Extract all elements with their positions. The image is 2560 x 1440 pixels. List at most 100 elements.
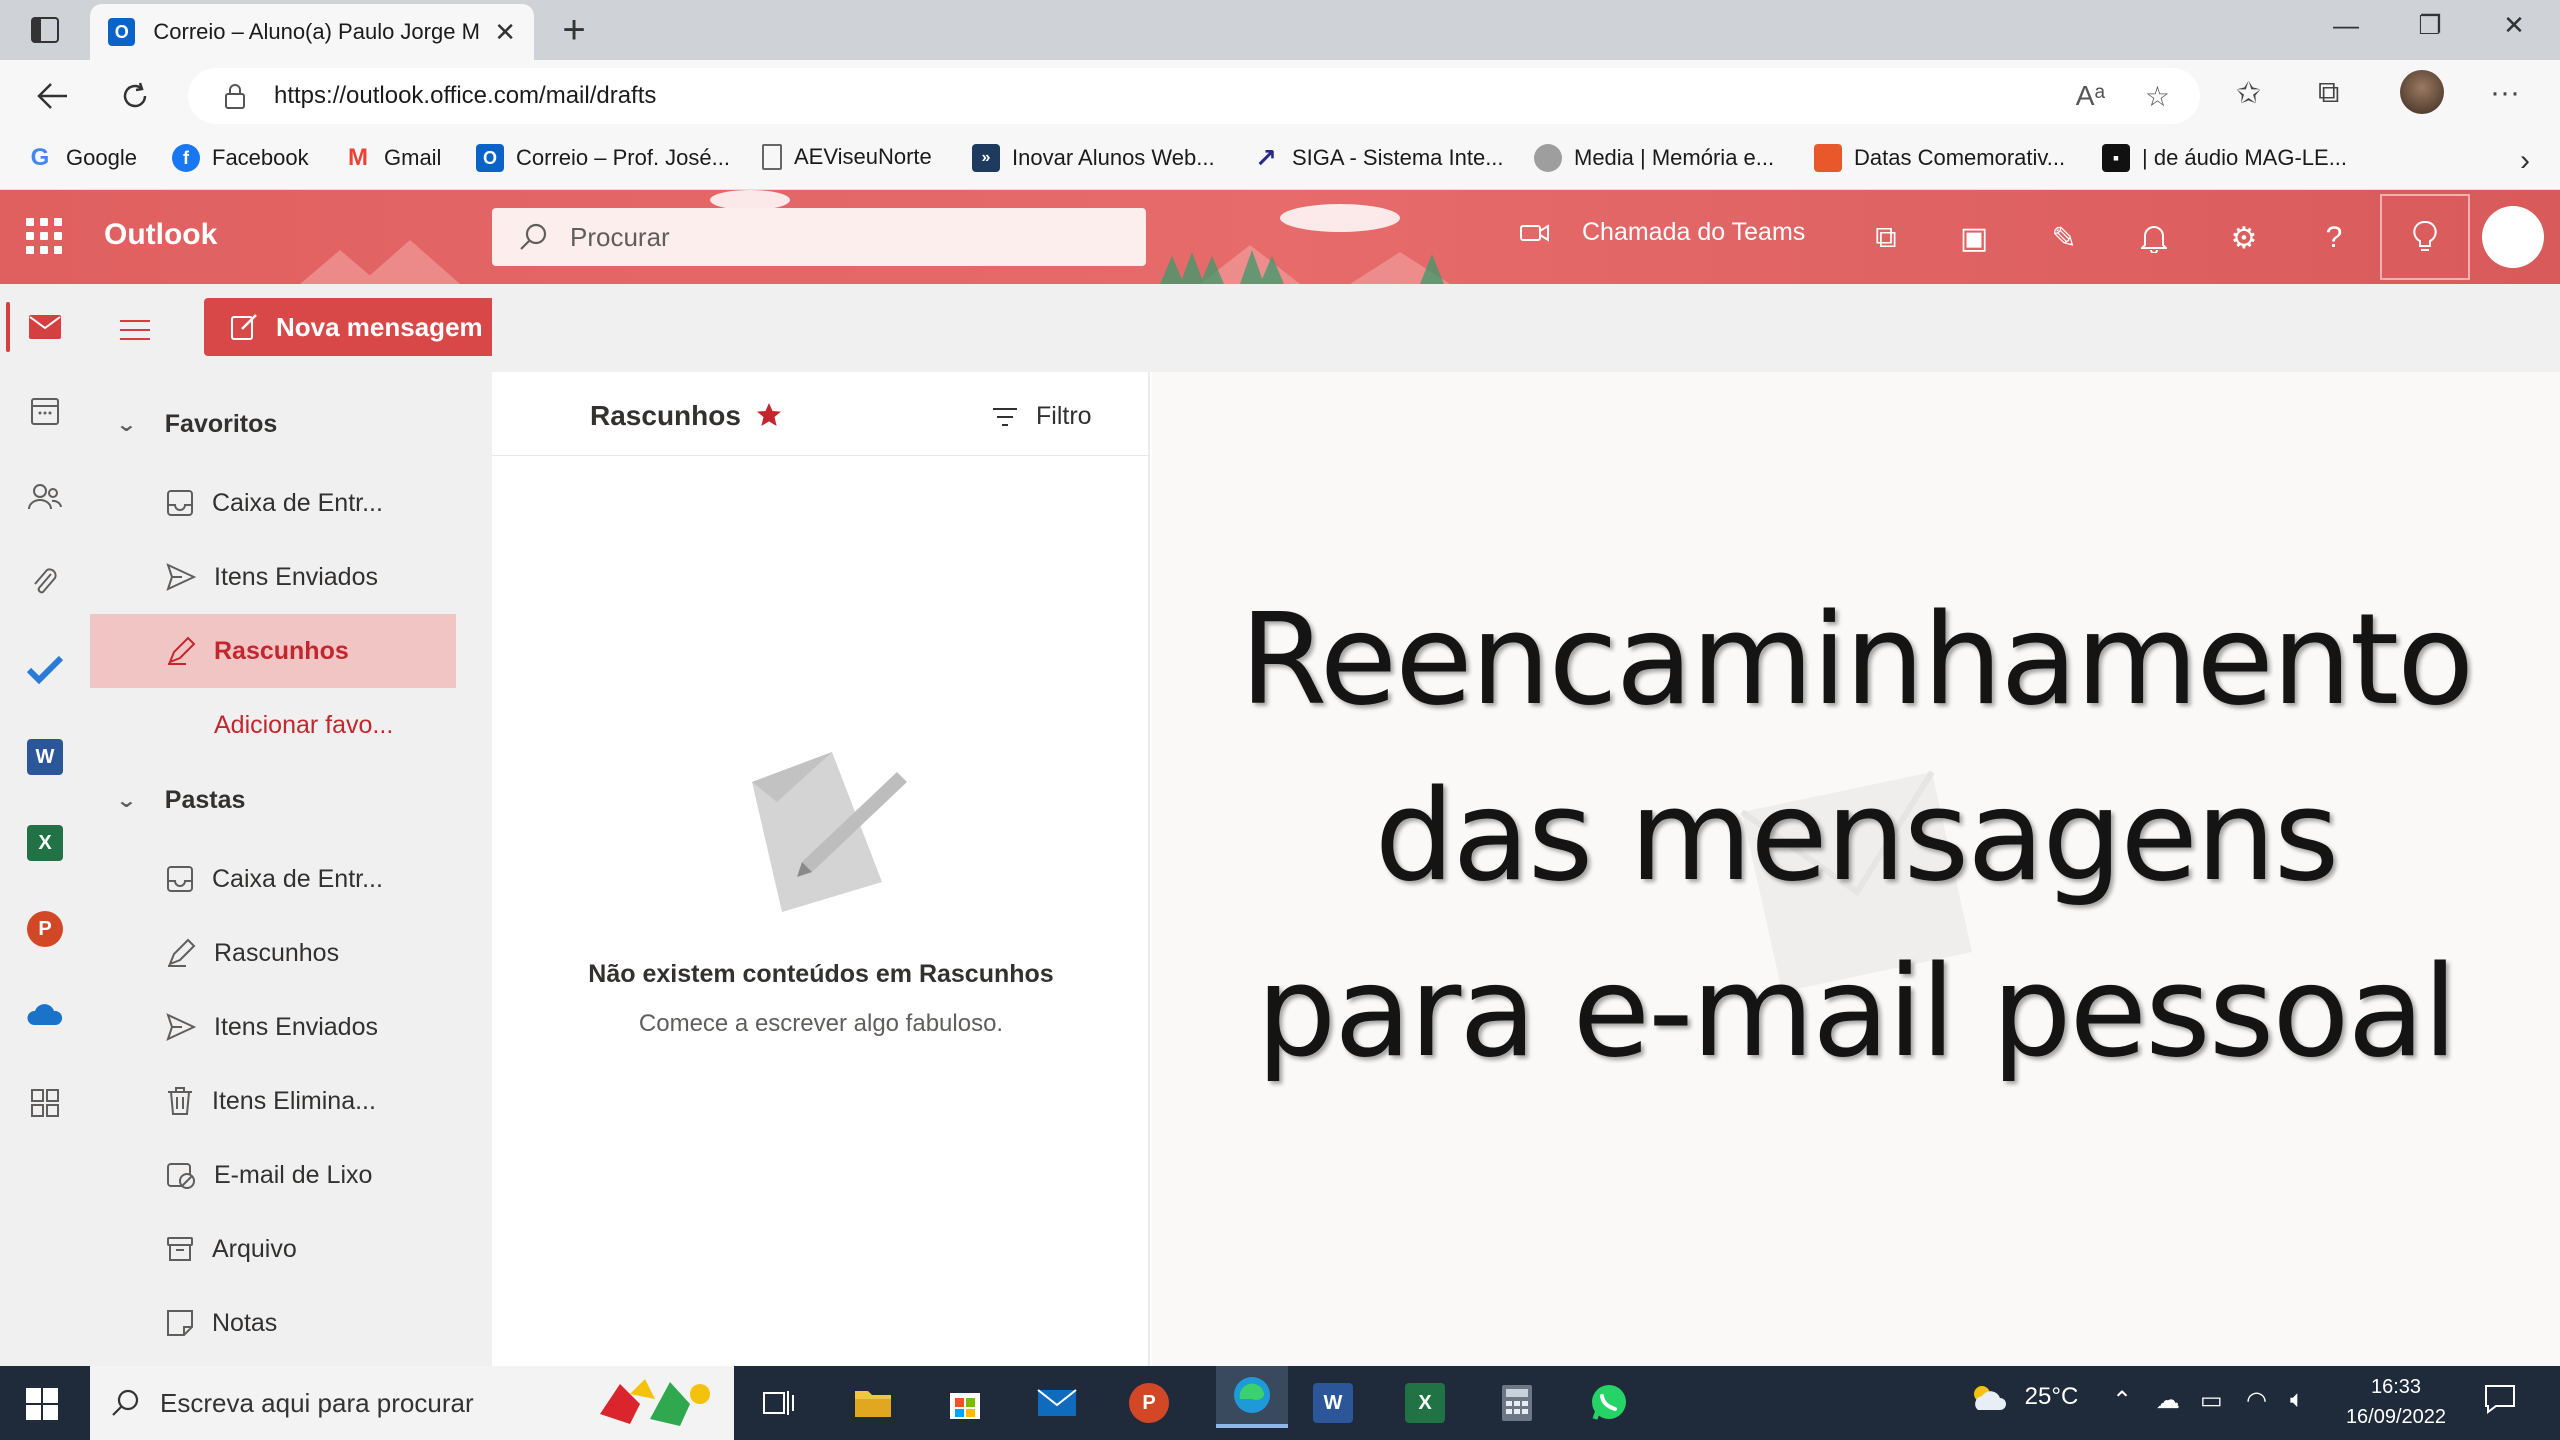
bookmarks-bar: G Google f Facebook M Gmail O Correio – … (0, 132, 2560, 190)
folder-archive[interactable]: Arquivo (90, 1212, 456, 1286)
calendar-icon[interactable] (22, 388, 68, 434)
todo-check-icon[interactable] (22, 646, 68, 692)
app-launcher-icon[interactable] (26, 218, 62, 254)
notes-icon (167, 1310, 193, 1336)
url-field[interactable]: https://outlook.office.com/mail/drafts A… (188, 68, 2200, 124)
word-taskbar-icon[interactable]: W (1308, 1378, 1358, 1428)
bookmark-aeviseunorte[interactable]: AEViseuNorte (762, 144, 932, 170)
read-aloud-icon[interactable]: A͏ᵃ (2076, 80, 2105, 113)
new-tab-icon[interactable]: + (552, 8, 596, 53)
settings-gear-icon[interactable]: ⚙ (2224, 220, 2264, 256)
more-apps-icon[interactable] (22, 1080, 68, 1126)
attachment-paperclip-icon[interactable] (22, 560, 68, 606)
show-hidden-icons-chevron-icon[interactable]: ⌃ (2112, 1386, 2132, 1415)
chevron-down-icon: ⌄ (115, 790, 138, 812)
browser-tab-outlook[interactable]: O Correio – Aluno(a) Paulo Jorge M ✕ (90, 4, 534, 60)
calculator-icon[interactable] (1492, 1378, 1542, 1428)
bookmark-siga[interactable]: ↗ SIGA - Sistema Inte... (1252, 143, 1504, 173)
microsoft-store-icon[interactable] (940, 1378, 990, 1428)
refresh-icon[interactable] (110, 74, 160, 118)
task-view-icon[interactable] (754, 1378, 804, 1428)
folder-sent-items[interactable]: Itens Enviados (90, 990, 456, 1064)
bookmark-inovar[interactable]: » Inovar Alunos Web... (972, 144, 1215, 172)
folder-deleted-items[interactable]: Itens Elimina... (90, 1064, 456, 1138)
whats-new-button[interactable] (2380, 194, 2470, 280)
file-explorer-icon[interactable] (848, 1378, 898, 1428)
bookmark-label: Inovar Alunos Web... (1012, 145, 1215, 170)
account-avatar[interactable] (2482, 206, 2544, 268)
help-icon[interactable]: ? (2314, 220, 2354, 256)
edge-browser-icon[interactable] (1216, 1366, 1288, 1428)
bookmark-datas[interactable]: Datas Comemorativ... (1814, 144, 2065, 172)
office-icon[interactable]: ▣ (1954, 220, 1994, 256)
bookmark-media[interactable]: Media | Memória e... (1534, 144, 1774, 172)
more-options-icon[interactable]: ··· (2490, 76, 2520, 110)
notification-center-icon[interactable] (2484, 1384, 2516, 1421)
hamburger-menu-icon[interactable] (120, 320, 150, 340)
folder-junk-email[interactable]: E-mail de Lixo (90, 1138, 456, 1212)
bookmarks-more-chevron-icon[interactable]: › (2520, 144, 2530, 178)
powerpoint-icon[interactable]: P (22, 906, 68, 952)
folders-section-header[interactable]: ⌄ Pastas (115, 786, 246, 815)
excel-icon[interactable]: X (22, 820, 68, 866)
minimize-icon[interactable]: — (2316, 10, 2376, 41)
windows-start-icon[interactable] (26, 1388, 58, 1420)
bookmark-correio-prof[interactable]: O Correio – Prof. José... (476, 144, 730, 172)
battery-icon[interactable]: ▭ (2200, 1386, 2223, 1415)
favorite-drafts[interactable]: Rascunhos (90, 614, 456, 688)
outlook-brand[interactable]: Outlook (104, 218, 217, 252)
tab-close-icon[interactable]: ✕ (494, 17, 516, 48)
wifi-icon[interactable]: ◠ (2246, 1386, 2267, 1415)
restore-icon[interactable]: ❐ (2400, 10, 2460, 41)
close-window-icon[interactable]: ✕ (2484, 10, 2544, 41)
back-icon[interactable] (28, 74, 78, 118)
add-favorite-icon[interactable]: ☆ (2145, 80, 2170, 113)
browser-profile-avatar[interactable] (2400, 70, 2444, 114)
teams-call-button[interactable]: Chamada do Teams (1520, 218, 1805, 247)
new-message-button[interactable]: Nova mensagem (204, 298, 502, 356)
tab-title: Correio – Aluno(a) Paulo Jorge M (153, 19, 480, 44)
folder-label: Rascunhos (214, 938, 340, 967)
mail-icon[interactable] (22, 304, 68, 350)
filter-button[interactable]: Filtro (992, 402, 1092, 431)
outlook-icon: O (476, 144, 504, 172)
folder-drafts[interactable]: Rascunhos (90, 916, 456, 990)
favorite-sent-items[interactable]: Itens Enviados (90, 540, 456, 614)
section-label: Pastas (164, 786, 246, 814)
favorites-section-header[interactable]: ⌄ Favoritos (115, 410, 277, 439)
taskbar-clock[interactable]: 16:33 16/09/2022 (2336, 1372, 2456, 1432)
favorites-icon[interactable]: ✩ (2236, 76, 2261, 111)
empty-drafts-illustration (752, 752, 907, 912)
taskbar-search-box[interactable]: Escreva aqui para procurar (90, 1366, 734, 1440)
collections-icon[interactable]: ⧉ (2318, 76, 2339, 110)
bookmark-google[interactable]: G Google (26, 144, 137, 172)
bookmark-label: SIGA - Sistema Inte... (1292, 145, 1504, 170)
send-icon (166, 563, 196, 591)
add-favorite-link[interactable]: Adicionar favo... (90, 688, 456, 762)
mail-app-icon[interactable] (1032, 1378, 1082, 1428)
outlook-favicon-icon: O (108, 18, 136, 46)
word-icon[interactable]: W (22, 734, 68, 780)
whatsapp-icon[interactable] (1584, 1378, 1634, 1428)
search-icon (520, 223, 547, 250)
tab-actions-icon[interactable] (20, 10, 70, 50)
folder-inbox[interactable]: Caixa de Entr... (90, 842, 456, 916)
onedrive-tray-icon[interactable]: ☁ (2156, 1386, 2180, 1415)
onedrive-icon[interactable] (22, 992, 68, 1038)
command-bar-area (492, 284, 2560, 372)
meet-now-icon[interactable]: ⧉ (1866, 220, 1906, 256)
bookmark-gmail[interactable]: M Gmail (344, 144, 441, 172)
notifications-bell-icon[interactable] (2134, 220, 2174, 256)
search-box[interactable]: Procurar (492, 208, 1146, 266)
weather-widget[interactable]: 25°C (1968, 1382, 2078, 1414)
volume-icon[interactable]: 🔈︎ (2290, 1386, 2304, 1414)
my-day-icon[interactable]: ✎ (2044, 220, 2084, 256)
favorite-inbox[interactable]: Caixa de Entr... (90, 466, 456, 540)
folder-notes[interactable]: Notas (90, 1286, 456, 1360)
favorite-star-icon[interactable] (756, 402, 782, 428)
bookmark-facebook[interactable]: f Facebook (172, 144, 309, 172)
bookmark-audio[interactable]: ▪ | de áudio MAG-LE... (2102, 144, 2347, 172)
powerpoint-taskbar-icon[interactable]: P (1124, 1378, 1174, 1428)
people-icon[interactable] (22, 474, 68, 520)
excel-taskbar-icon[interactable]: X (1400, 1378, 1450, 1428)
